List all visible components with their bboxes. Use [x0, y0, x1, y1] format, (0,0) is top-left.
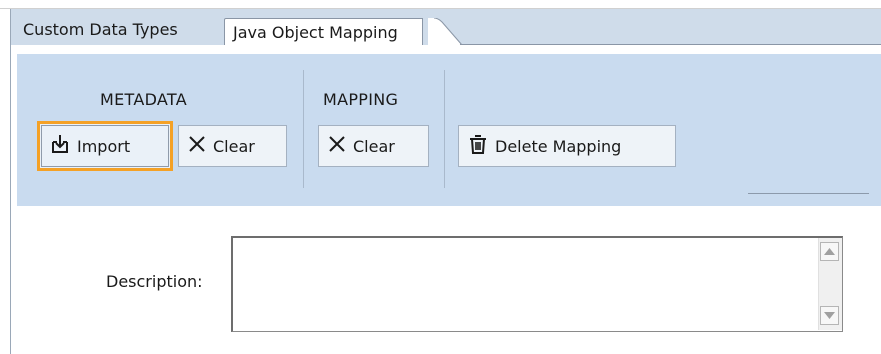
- scroll-down-button[interactable]: [820, 306, 839, 325]
- chevron-down-icon: [824, 312, 835, 319]
- tab-edge: [428, 18, 463, 46]
- close-icon: [327, 134, 347, 158]
- close-icon: [187, 134, 207, 158]
- clear-mapping-label: Clear: [353, 136, 395, 156]
- tab-java-object-mapping[interactable]: Java Object Mapping: [224, 18, 423, 46]
- chevron-up-icon: [824, 248, 835, 255]
- tab-custom-data-types[interactable]: Custom Data Types: [15, 15, 186, 45]
- description-textarea[interactable]: [231, 236, 843, 332]
- ribbon-underline: [748, 193, 869, 194]
- delete-mapping-label: Delete Mapping: [495, 136, 622, 156]
- clear-mapping-button[interactable]: Clear: [318, 125, 429, 167]
- top-border: [0, 0, 881, 9]
- group-label-metadata: METADATA: [100, 90, 188, 109]
- import-button[interactable]: Import: [37, 121, 173, 171]
- clear-metadata-label: Clear: [213, 136, 255, 156]
- clear-metadata-button[interactable]: Clear: [178, 125, 287, 167]
- description-label: Description:: [106, 272, 203, 291]
- scroll-up-button[interactable]: [820, 242, 839, 261]
- group-separator: [303, 70, 304, 188]
- import-button-label: Import: [77, 136, 131, 156]
- delete-mapping-button[interactable]: Delete Mapping: [458, 125, 676, 167]
- group-label-mapping: MAPPING: [323, 90, 399, 109]
- group-separator: [444, 70, 445, 188]
- trash-icon: [467, 133, 489, 159]
- import-icon: [49, 133, 71, 159]
